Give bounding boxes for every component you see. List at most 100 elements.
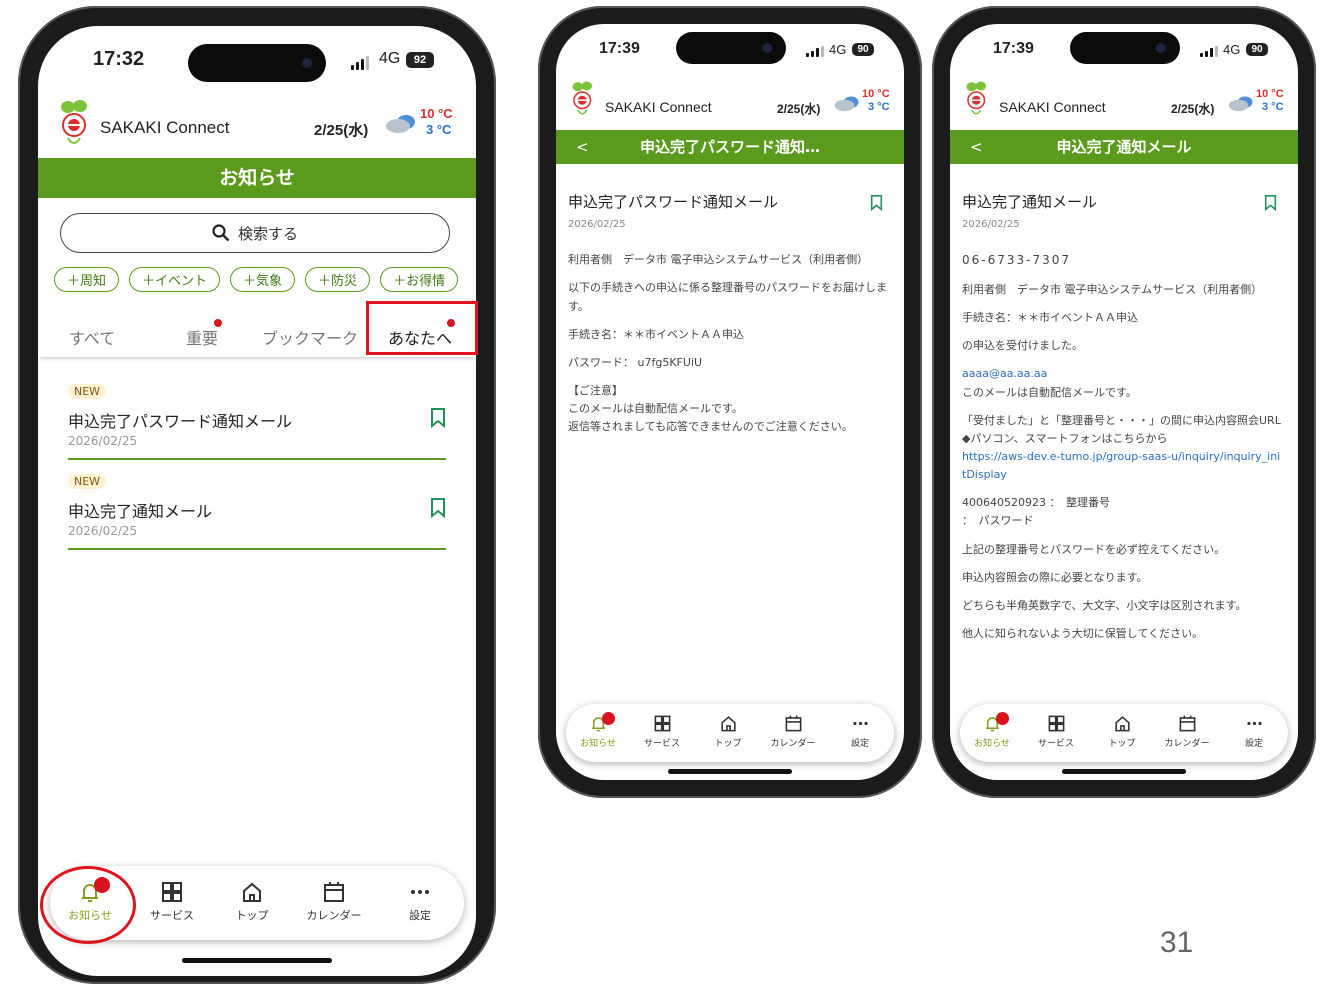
sakaki-logo	[572, 81, 592, 115]
detail-title-bar: < 申込完了通知メール	[950, 130, 1298, 164]
nav-services[interactable]: サービス	[140, 880, 204, 923]
mail-date: 2026/02/25	[962, 218, 1020, 230]
more-icon	[852, 721, 868, 726]
signal-icon	[1200, 46, 1218, 57]
nav-services[interactable]: サービス	[636, 714, 688, 749]
notice-alert-dot	[996, 712, 1009, 725]
calendar-icon	[785, 715, 801, 732]
signal-icon	[351, 56, 369, 70]
phone-frame-password-mail: 17:39 4G 90 SAKAKI Connect 2/25(水) 10 °C…	[538, 6, 922, 798]
nav-label: サービス	[150, 909, 194, 922]
chip-deals[interactable]: ＋お得情	[380, 267, 459, 292]
detail-title-bar: < 申込完了パスワード通知…	[556, 130, 904, 164]
mail-line: 「受付ました」と「整理番号と・・・」の間に申込内容照会URL	[962, 413, 1281, 427]
nav-settings[interactable]: 設定	[390, 880, 450, 923]
chip-event[interactable]: ＋イベント	[129, 267, 221, 292]
slide-page-number: 31	[1160, 926, 1194, 959]
tab-all[interactable]: すべて	[69, 325, 115, 349]
nav-calendar[interactable]: カレンダー	[764, 714, 822, 749]
bookmark-icon[interactable]	[1264, 195, 1277, 211]
header-date: 2/25(水)	[777, 102, 821, 116]
email-link[interactable]: aaaa@aa.aa.aa	[962, 365, 1284, 383]
search-placeholder: 検索する	[237, 224, 298, 243]
nav-top[interactable]: トップ	[222, 880, 282, 923]
home-indicator	[1062, 769, 1186, 774]
status-time: 17:39	[599, 40, 640, 57]
grid-icon	[654, 715, 670, 732]
phone-frame-notices: 17:32 4G 92 SAKAKI Connect 2/25(水) 10 °C…	[18, 6, 496, 984]
calendar-icon	[1179, 715, 1195, 732]
phone-screen: 17:39 4G 90 SAKAKI Connect 2/25(水) 10 °C…	[950, 24, 1298, 780]
weather-cloud-icon	[386, 115, 415, 133]
home-icon	[720, 716, 736, 732]
mail-title: 申込完了パスワード通知メール	[568, 193, 779, 211]
battery-icon: 92	[406, 52, 434, 68]
search-input[interactable]: 検索する	[60, 213, 450, 253]
mail-line: 上記の整理番号とパスワードを必ず控えてください。	[962, 542, 1226, 556]
bookmark-icon[interactable]	[430, 498, 446, 518]
bookmark-icon[interactable]	[430, 408, 446, 428]
home-indicator	[182, 958, 332, 963]
chip-disaster[interactable]: ＋防災	[305, 267, 371, 292]
mail-line: 【ご注意】	[568, 383, 623, 397]
home-indicator	[668, 769, 792, 774]
inquiry-url-link[interactable]: https://aws-dev.e-tumo.jp/group-saas-u/i…	[962, 448, 1284, 484]
home-icon	[1114, 716, 1130, 732]
bar-title: 申込完了通知メール	[1056, 138, 1192, 156]
grid-icon	[162, 882, 182, 902]
temp-high: 10 °C	[420, 106, 453, 121]
page-title: お知らせ	[219, 167, 295, 189]
nav-calendar[interactable]: カレンダー	[1158, 714, 1216, 749]
nav-label: トップ	[1108, 739, 1136, 749]
nav-settings[interactable]: 設定	[836, 714, 884, 749]
nav-calendar[interactable]: カレンダー	[298, 880, 370, 923]
mail-body: 申込完了通知メール 2026/02/25 06-6733-7307 利用者側 デ…	[962, 190, 1284, 698]
mail-line: 400640520923 ： 整理番号	[962, 496, 1110, 510]
status-time: 17:39	[993, 40, 1034, 57]
tab-bookmark[interactable]: ブックマーク	[262, 325, 358, 349]
list-item[interactable]: NEW 申込完了通知メール 2026/02/25	[68, 468, 446, 550]
temp-high: 10 °C	[1256, 88, 1284, 100]
new-badge: NEW	[68, 474, 107, 489]
more-icon	[1246, 721, 1262, 726]
nav-top[interactable]: トップ	[704, 714, 752, 749]
temp-low: 3 °C	[1262, 101, 1284, 113]
phone-screen: 17:32 4G 92 SAKAKI Connect 2/25(水) 10 °C…	[38, 26, 476, 976]
mail-line: ： パスワード	[962, 514, 1034, 528]
home-icon	[243, 882, 261, 902]
app-title: SAKAKI Connect	[999, 99, 1106, 115]
app-title: SAKAKI Connect	[100, 118, 230, 137]
nav-services[interactable]: サービス	[1030, 714, 1082, 749]
list-item[interactable]: NEW 申込完了パスワード通知メール 2026/02/25	[68, 378, 446, 460]
nav-top[interactable]: トップ	[1098, 714, 1146, 749]
phone-frame-completion-mail: 17:39 4G 90 SAKAKI Connect 2/25(水) 10 °C…	[932, 6, 1316, 798]
mail-line: 利用者側 データ市 電子申込システムサービス（利用者側）	[962, 283, 1263, 297]
new-badge: NEW	[68, 384, 107, 399]
battery-icon: 90	[852, 43, 874, 56]
chip-weather[interactable]: ＋気象	[230, 267, 296, 292]
network-label: 4G	[379, 50, 401, 67]
temp-low: 3 °C	[868, 101, 890, 113]
back-chevron-icon[interactable]: <	[970, 130, 983, 164]
nav-label: 設定	[1244, 739, 1263, 749]
weather-cloud-icon	[1228, 96, 1253, 112]
tab-important[interactable]: 重要	[186, 325, 218, 349]
phone-screen: 17:39 4G 90 SAKAKI Connect 2/25(水) 10 °C…	[556, 24, 904, 780]
mail-line: ◆パソコン、スマートフォンはこちらから	[962, 431, 1168, 445]
search-icon	[212, 224, 230, 242]
mail-line: 利用者側 データ市 電子申込システムサービス（利用者側）	[568, 253, 869, 267]
mail-line: パスワード： u7fg5KFUiU	[568, 355, 703, 369]
back-chevron-icon[interactable]: <	[576, 130, 589, 164]
mail-line: どちらも半角英数字で、大文字、小文字は区別されます。	[962, 598, 1247, 612]
bar-title: 申込完了パスワード通知…	[639, 138, 820, 156]
nav-label: カレンダー	[770, 739, 816, 749]
chip-shuchi[interactable]: ＋周知	[54, 267, 120, 292]
nav-settings[interactable]: 設定	[1230, 714, 1278, 749]
signal-icon	[806, 46, 824, 57]
page-title-bar: お知らせ	[38, 158, 476, 198]
header-date: 2/25(水)	[314, 122, 369, 139]
nav-label: サービス	[643, 739, 680, 749]
item-date: 2026/02/25	[68, 524, 138, 538]
mail-date: 2026/02/25	[568, 218, 626, 230]
bookmark-icon[interactable]	[870, 195, 883, 211]
